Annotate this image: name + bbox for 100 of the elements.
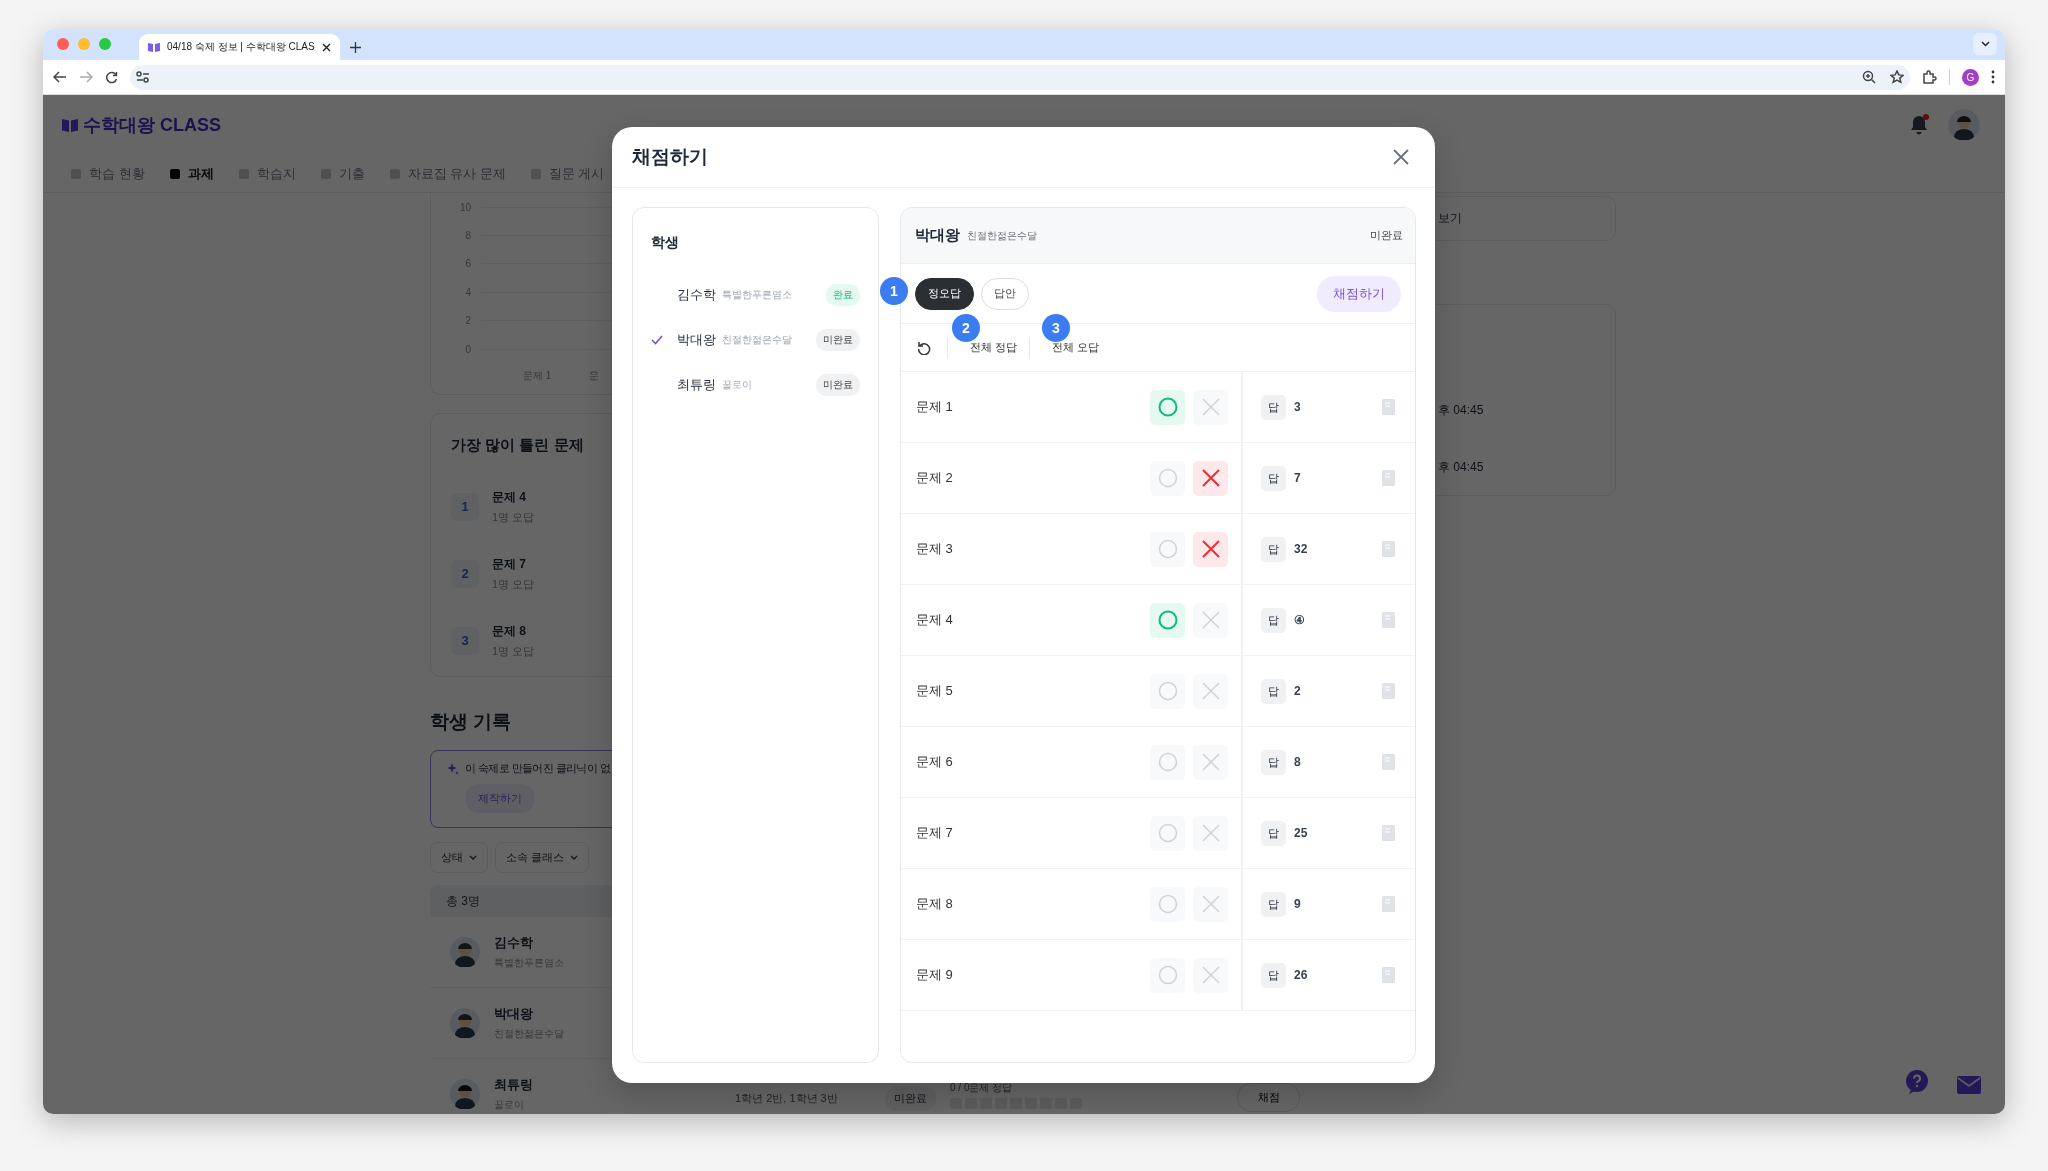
circle-icon: [1157, 752, 1178, 772]
document-icon[interactable]: [1382, 470, 1395, 486]
reload-icon[interactable]: [105, 70, 118, 84]
document-icon[interactable]: [1382, 967, 1395, 983]
rank-badge: 1: [451, 492, 479, 521]
problem-label: 문제 7: [916, 824, 954, 842]
nav-tab[interactable]: 자료집 유사 문제: [388, 164, 506, 183]
extension-icon[interactable]: [1922, 69, 1937, 85]
circle-icon: [1157, 965, 1178, 985]
document-icon[interactable]: [1382, 896, 1395, 912]
document-icon[interactable]: [1382, 399, 1395, 415]
answer-tag: 답: [1261, 607, 1286, 633]
maximize-window-button[interactable]: [99, 38, 111, 50]
minimize-window-button[interactable]: [78, 38, 90, 50]
nav-tab[interactable]: 학습지: [237, 164, 296, 183]
circle-icon: [1157, 610, 1178, 630]
browser-tab[interactable]: 04/18 숙제 정보 | 수학대왕 CLAS: [139, 34, 340, 60]
star-icon[interactable]: [1890, 70, 1904, 84]
student-nickname: 특별한푸른염소: [722, 287, 793, 302]
filter-dropdown[interactable]: 소속 클래스: [495, 842, 590, 873]
forward-arrow-icon[interactable]: [79, 71, 93, 83]
nav-tab[interactable]: 기출: [319, 164, 365, 183]
answer-value: 3: [1294, 400, 1302, 414]
document-icon[interactable]: [1382, 825, 1395, 841]
wrong-button[interactable]: [1193, 460, 1228, 496]
avatar-icon: [450, 1008, 480, 1038]
filter-dropdown[interactable]: 상태: [430, 842, 488, 873]
nav-icon: [319, 167, 332, 180]
correct-button[interactable]: [1150, 886, 1185, 922]
help-icon: [1905, 1070, 1929, 1094]
status-badge: 미완료: [885, 1086, 936, 1111]
correct-button[interactable]: [1150, 815, 1185, 851]
user-avatar[interactable]: [1948, 109, 1980, 141]
answer-value: 2: [1294, 684, 1302, 698]
address-field[interactable]: [130, 64, 1910, 90]
student-item[interactable]: 박대왕 친절한젊은수달 미완료: [651, 317, 860, 362]
plus-icon[interactable]: [349, 42, 361, 53]
class-names: 1학년 2반, 1학년 3반: [735, 1091, 839, 1106]
document-icon[interactable]: [1382, 754, 1395, 770]
correct-button[interactable]: [1150, 602, 1185, 638]
back-arrow-icon[interactable]: [53, 71, 67, 83]
x-icon: [1201, 895, 1220, 913]
answer-value: 32: [1294, 542, 1309, 556]
mail-button[interactable]: [1957, 1076, 1981, 1094]
wrong-button[interactable]: [1193, 531, 1228, 567]
circle-icon: [1157, 539, 1178, 559]
view-tab[interactable]: 정오답: [915, 277, 974, 310]
avatar-icon: [450, 937, 480, 967]
answer-tag: 답: [1261, 820, 1286, 846]
correct-button[interactable]: [1150, 957, 1185, 993]
bell-icon[interactable]: [1910, 115, 1928, 135]
view-link[interactable]: 보기: [1438, 210, 1462, 227]
document-icon[interactable]: [1382, 612, 1395, 628]
x-icon: [1201, 824, 1220, 842]
panel-title: 학생: [651, 234, 680, 252]
correct-button[interactable]: [1150, 531, 1185, 567]
answer-tag: 답: [1261, 962, 1286, 988]
document-icon[interactable]: [1382, 683, 1395, 699]
x-icon: [1201, 611, 1220, 629]
student-name: 박대왕: [677, 330, 716, 349]
correct-button[interactable]: [1150, 460, 1185, 496]
correct-button[interactable]: [1150, 744, 1185, 780]
problem-label: 문제 8: [916, 895, 954, 913]
x-icon: [1201, 540, 1220, 558]
nav-tab[interactable]: 질문 게시: [529, 164, 605, 183]
close-icon[interactable]: [321, 42, 331, 52]
rank-badge: 3: [451, 626, 479, 655]
help-button[interactable]: [1905, 1070, 1929, 1094]
problem-label: 문제 1: [916, 398, 954, 416]
mail-icon: [1957, 1076, 1981, 1094]
grade-button[interactable]: 채점: [1237, 1083, 1300, 1112]
nav-tab[interactable]: 학습 현황: [70, 164, 145, 183]
nav-icon: [237, 167, 250, 180]
zoom-icon[interactable]: [1862, 70, 1876, 84]
status-text: 미완료: [1370, 228, 1403, 243]
more-menu-icon[interactable]: [1991, 70, 1995, 84]
dialog-title: 채점하기: [632, 145, 708, 169]
document-icon[interactable]: [1382, 541, 1395, 557]
reset-icon: [917, 340, 931, 355]
circle-icon: [1157, 681, 1178, 701]
book-icon: [148, 42, 160, 52]
student-item[interactable]: 김수학 특별한푸른염소 완료: [651, 272, 860, 317]
grade-button[interactable]: 채점하기: [1317, 275, 1401, 312]
step-badge: 2: [952, 314, 980, 342]
x-icon: [1201, 398, 1220, 416]
correct-button[interactable]: [1150, 389, 1185, 425]
nav-tab[interactable]: 과제: [168, 164, 214, 183]
nav-icon: [388, 167, 401, 180]
student-item[interactable]: 최튜링 꿀로이 미완료: [651, 362, 860, 407]
tab-search-button[interactable]: [1973, 33, 1997, 55]
correct-button[interactable]: [1150, 673, 1185, 709]
total-count: 총 3명: [446, 892, 480, 910]
site-settings-icon[interactable]: [136, 71, 150, 83]
profile-button[interactable]: G: [1962, 68, 1979, 86]
close-window-button[interactable]: [57, 38, 69, 50]
notification-dot: [1923, 114, 1929, 120]
card-title: 가장 많이 틀린 문제: [451, 436, 585, 455]
problem-label: 문제 2: [916, 469, 954, 487]
problem-title: 문제 8: [492, 622, 527, 640]
view-tab[interactable]: 답안: [981, 277, 1029, 310]
